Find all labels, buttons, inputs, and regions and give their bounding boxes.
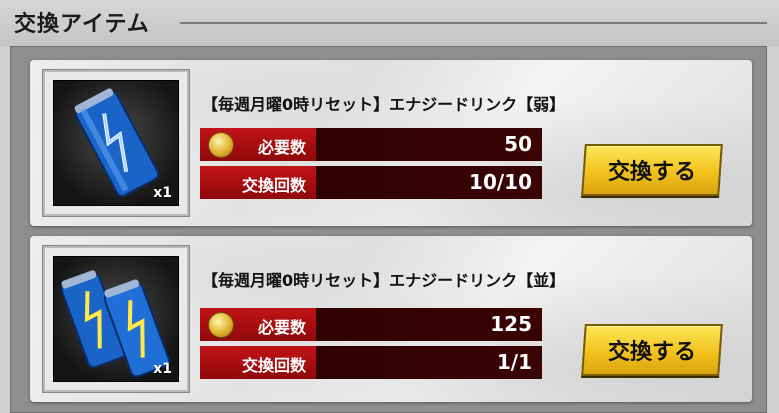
item-name: 【毎週月曜0時リセット】エナジードリンク【並】	[202, 271, 566, 290]
exchange-item-card: x1 【毎週月曜0時リセット】エナジードリンク【並】 必要数 125 交換回数 …	[30, 236, 752, 402]
exchange-button[interactable]: 交換する	[581, 324, 723, 376]
exchange-count-label: 交換回数	[241, 176, 306, 195]
item-quantity: x1	[153, 185, 172, 201]
required-count-value: 125	[490, 312, 532, 336]
required-count-value: 50	[504, 132, 532, 156]
required-count-row: 必要数 50	[200, 128, 542, 161]
item-thumbnail[interactable]: x1	[43, 70, 189, 216]
exchange-button-label: 交換する	[607, 340, 696, 365]
section-title: 交換アイテム	[14, 12, 150, 37]
item-quantity: x1	[153, 361, 172, 377]
coin-icon	[208, 312, 234, 338]
item-thumbnail[interactable]: x1	[43, 246, 189, 392]
exchange-button-label: 交換する	[607, 160, 696, 185]
required-count-label: 必要数	[257, 138, 306, 157]
exchange-count-row: 交換回数 1/1	[200, 346, 542, 379]
exchange-count-value: 10/10	[469, 170, 532, 194]
exchange-count-value: 1/1	[496, 350, 532, 374]
energy-drink-single-icon: x1	[53, 80, 179, 206]
header-divider	[180, 22, 767, 24]
exchange-count-label: 交換回数	[241, 356, 306, 375]
energy-drink-double-icon: x1	[53, 256, 179, 382]
section-header: 交換アイテム	[0, 0, 779, 46]
item-name: 【毎週月曜0時リセット】エナジードリンク【弱】	[202, 95, 566, 114]
required-count-label: 必要数	[257, 318, 306, 337]
exchange-count-row: 交換回数 10/10	[200, 166, 542, 199]
coin-icon	[208, 132, 234, 158]
exchange-button[interactable]: 交換する	[581, 144, 723, 196]
exchange-item-card: x1 【毎週月曜0時リセット】エナジードリンク【弱】 必要数 50 交換回数 1…	[30, 60, 752, 226]
required-count-row: 必要数 125	[200, 308, 542, 341]
